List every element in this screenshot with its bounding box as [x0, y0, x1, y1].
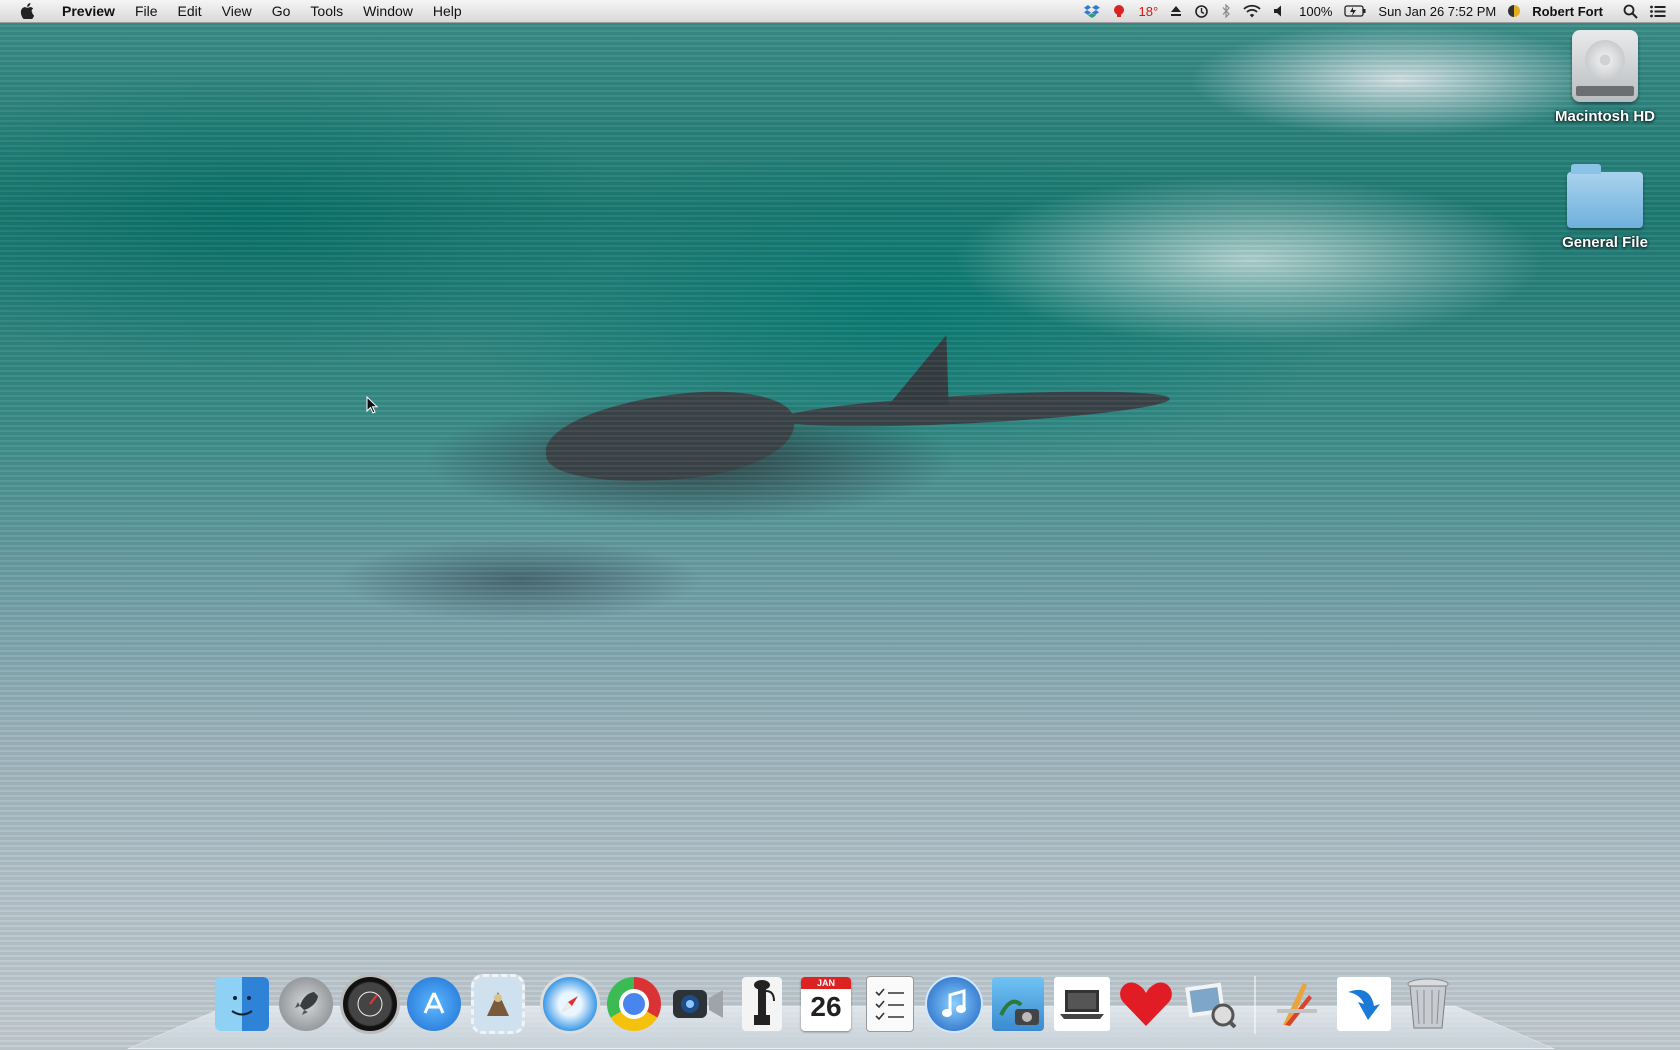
iphoto-camera-icon	[992, 977, 1044, 1031]
vintage-phone-icon	[742, 977, 782, 1031]
chrome-icon	[607, 977, 661, 1031]
wallpaper-dolphin	[541, 382, 799, 493]
mail-stamp-icon	[471, 974, 525, 1034]
menu-window[interactable]: Window	[353, 0, 423, 22]
dock-safari[interactable]	[540, 974, 600, 1034]
dock-chrome[interactable]	[604, 974, 664, 1034]
menu-edit[interactable]: Edit	[168, 0, 212, 22]
volume-icon[interactable]	[1273, 4, 1287, 18]
menu-file[interactable]: File	[125, 0, 168, 22]
user-name[interactable]: Robert Fort	[1532, 4, 1603, 19]
safari-compass-icon	[540, 974, 600, 1034]
desktop-icon-general-file[interactable]: General File	[1540, 164, 1670, 251]
downloads-arrow-icon	[1337, 977, 1391, 1031]
dock-iphoto[interactable]	[988, 974, 1048, 1034]
dropbox-icon[interactable]	[1084, 4, 1101, 18]
preview-photos-icon	[1183, 977, 1237, 1031]
finder-icon	[215, 977, 269, 1031]
dock-favorites[interactable]	[1116, 974, 1176, 1034]
dock-launchpad[interactable]	[276, 974, 336, 1034]
menu-go[interactable]: Go	[262, 0, 301, 22]
spotlight-search-icon[interactable]	[1623, 4, 1638, 19]
menu-tools[interactable]: Tools	[300, 0, 353, 22]
dock-phone-utility[interactable]	[732, 974, 792, 1034]
dock: JAN 26	[210, 968, 1460, 1034]
folder-icon	[1567, 164, 1643, 228]
moon-icon[interactable]	[1508, 4, 1521, 18]
wallpaper-dolphin-back	[779, 384, 1171, 434]
desktop-wallpaper	[0, 0, 1680, 1050]
notification-center-icon[interactable]	[1650, 5, 1666, 18]
reminders-checklist-icon	[866, 976, 914, 1032]
dock-facetime[interactable]	[668, 974, 728, 1034]
hard-drive-icon	[1572, 30, 1638, 102]
weather-icon[interactable]	[1112, 4, 1126, 18]
calendar-icon: JAN 26	[801, 977, 851, 1031]
menu-help[interactable]: Help	[423, 0, 472, 22]
clock-datetime[interactable]: Sun Jan 26 7:52 PM	[1378, 4, 1496, 19]
menu-bar: Preview File Edit View Go Tools Window H…	[0, 0, 1680, 23]
temperature-readout[interactable]: 18°	[1138, 4, 1158, 19]
dock-preview[interactable]	[1180, 974, 1240, 1034]
itunes-note-icon	[925, 975, 983, 1033]
apple-menu-icon[interactable]	[16, 3, 38, 19]
dock-finder[interactable]	[212, 974, 272, 1034]
dock-laptop-utility[interactable]	[1052, 974, 1112, 1034]
wifi-icon[interactable]	[1243, 4, 1261, 18]
dock-dashboard[interactable]	[340, 974, 400, 1034]
desktop-icon-macintosh-hd[interactable]: Macintosh HD	[1540, 30, 1670, 125]
xcode-tools-icon	[1273, 977, 1327, 1031]
dock-reminders[interactable]	[860, 974, 920, 1034]
menu-view[interactable]: View	[212, 0, 262, 22]
battery-icon[interactable]	[1344, 5, 1366, 17]
laptop-icon	[1054, 977, 1110, 1031]
time-machine-icon[interactable]	[1194, 4, 1209, 19]
battery-percentage[interactable]: 100%	[1299, 4, 1332, 19]
desktop-icon-label: General File	[1562, 234, 1648, 251]
heart-icon	[1119, 977, 1173, 1031]
dock-calendar[interactable]: JAN 26	[796, 974, 856, 1034]
menu-app-name[interactable]: Preview	[52, 0, 125, 22]
dock-downloads[interactable]	[1334, 974, 1394, 1034]
wallpaper-dolphin-fin	[888, 335, 972, 405]
dock-app-store[interactable]	[404, 974, 464, 1034]
bluetooth-icon[interactable]	[1221, 4, 1231, 18]
dock-mail[interactable]	[468, 974, 528, 1034]
dock-separator	[1254, 976, 1256, 1034]
facetime-camera-icon	[671, 977, 725, 1031]
calendar-day: 26	[810, 991, 842, 1022]
dock-itunes[interactable]	[924, 974, 984, 1034]
eject-icon[interactable]	[1170, 5, 1182, 17]
dock-xcode[interactable]	[1270, 974, 1330, 1034]
dashboard-gauge-icon	[340, 974, 400, 1034]
dock-trash[interactable]	[1398, 974, 1458, 1034]
desktop-icon-label: Macintosh HD	[1554, 108, 1655, 125]
app-store-icon	[407, 977, 461, 1031]
launchpad-rocket-icon	[279, 977, 333, 1031]
mouse-pointer-icon	[366, 395, 379, 419]
calendar-month: JAN	[801, 977, 851, 989]
trash-icon	[1401, 977, 1455, 1031]
